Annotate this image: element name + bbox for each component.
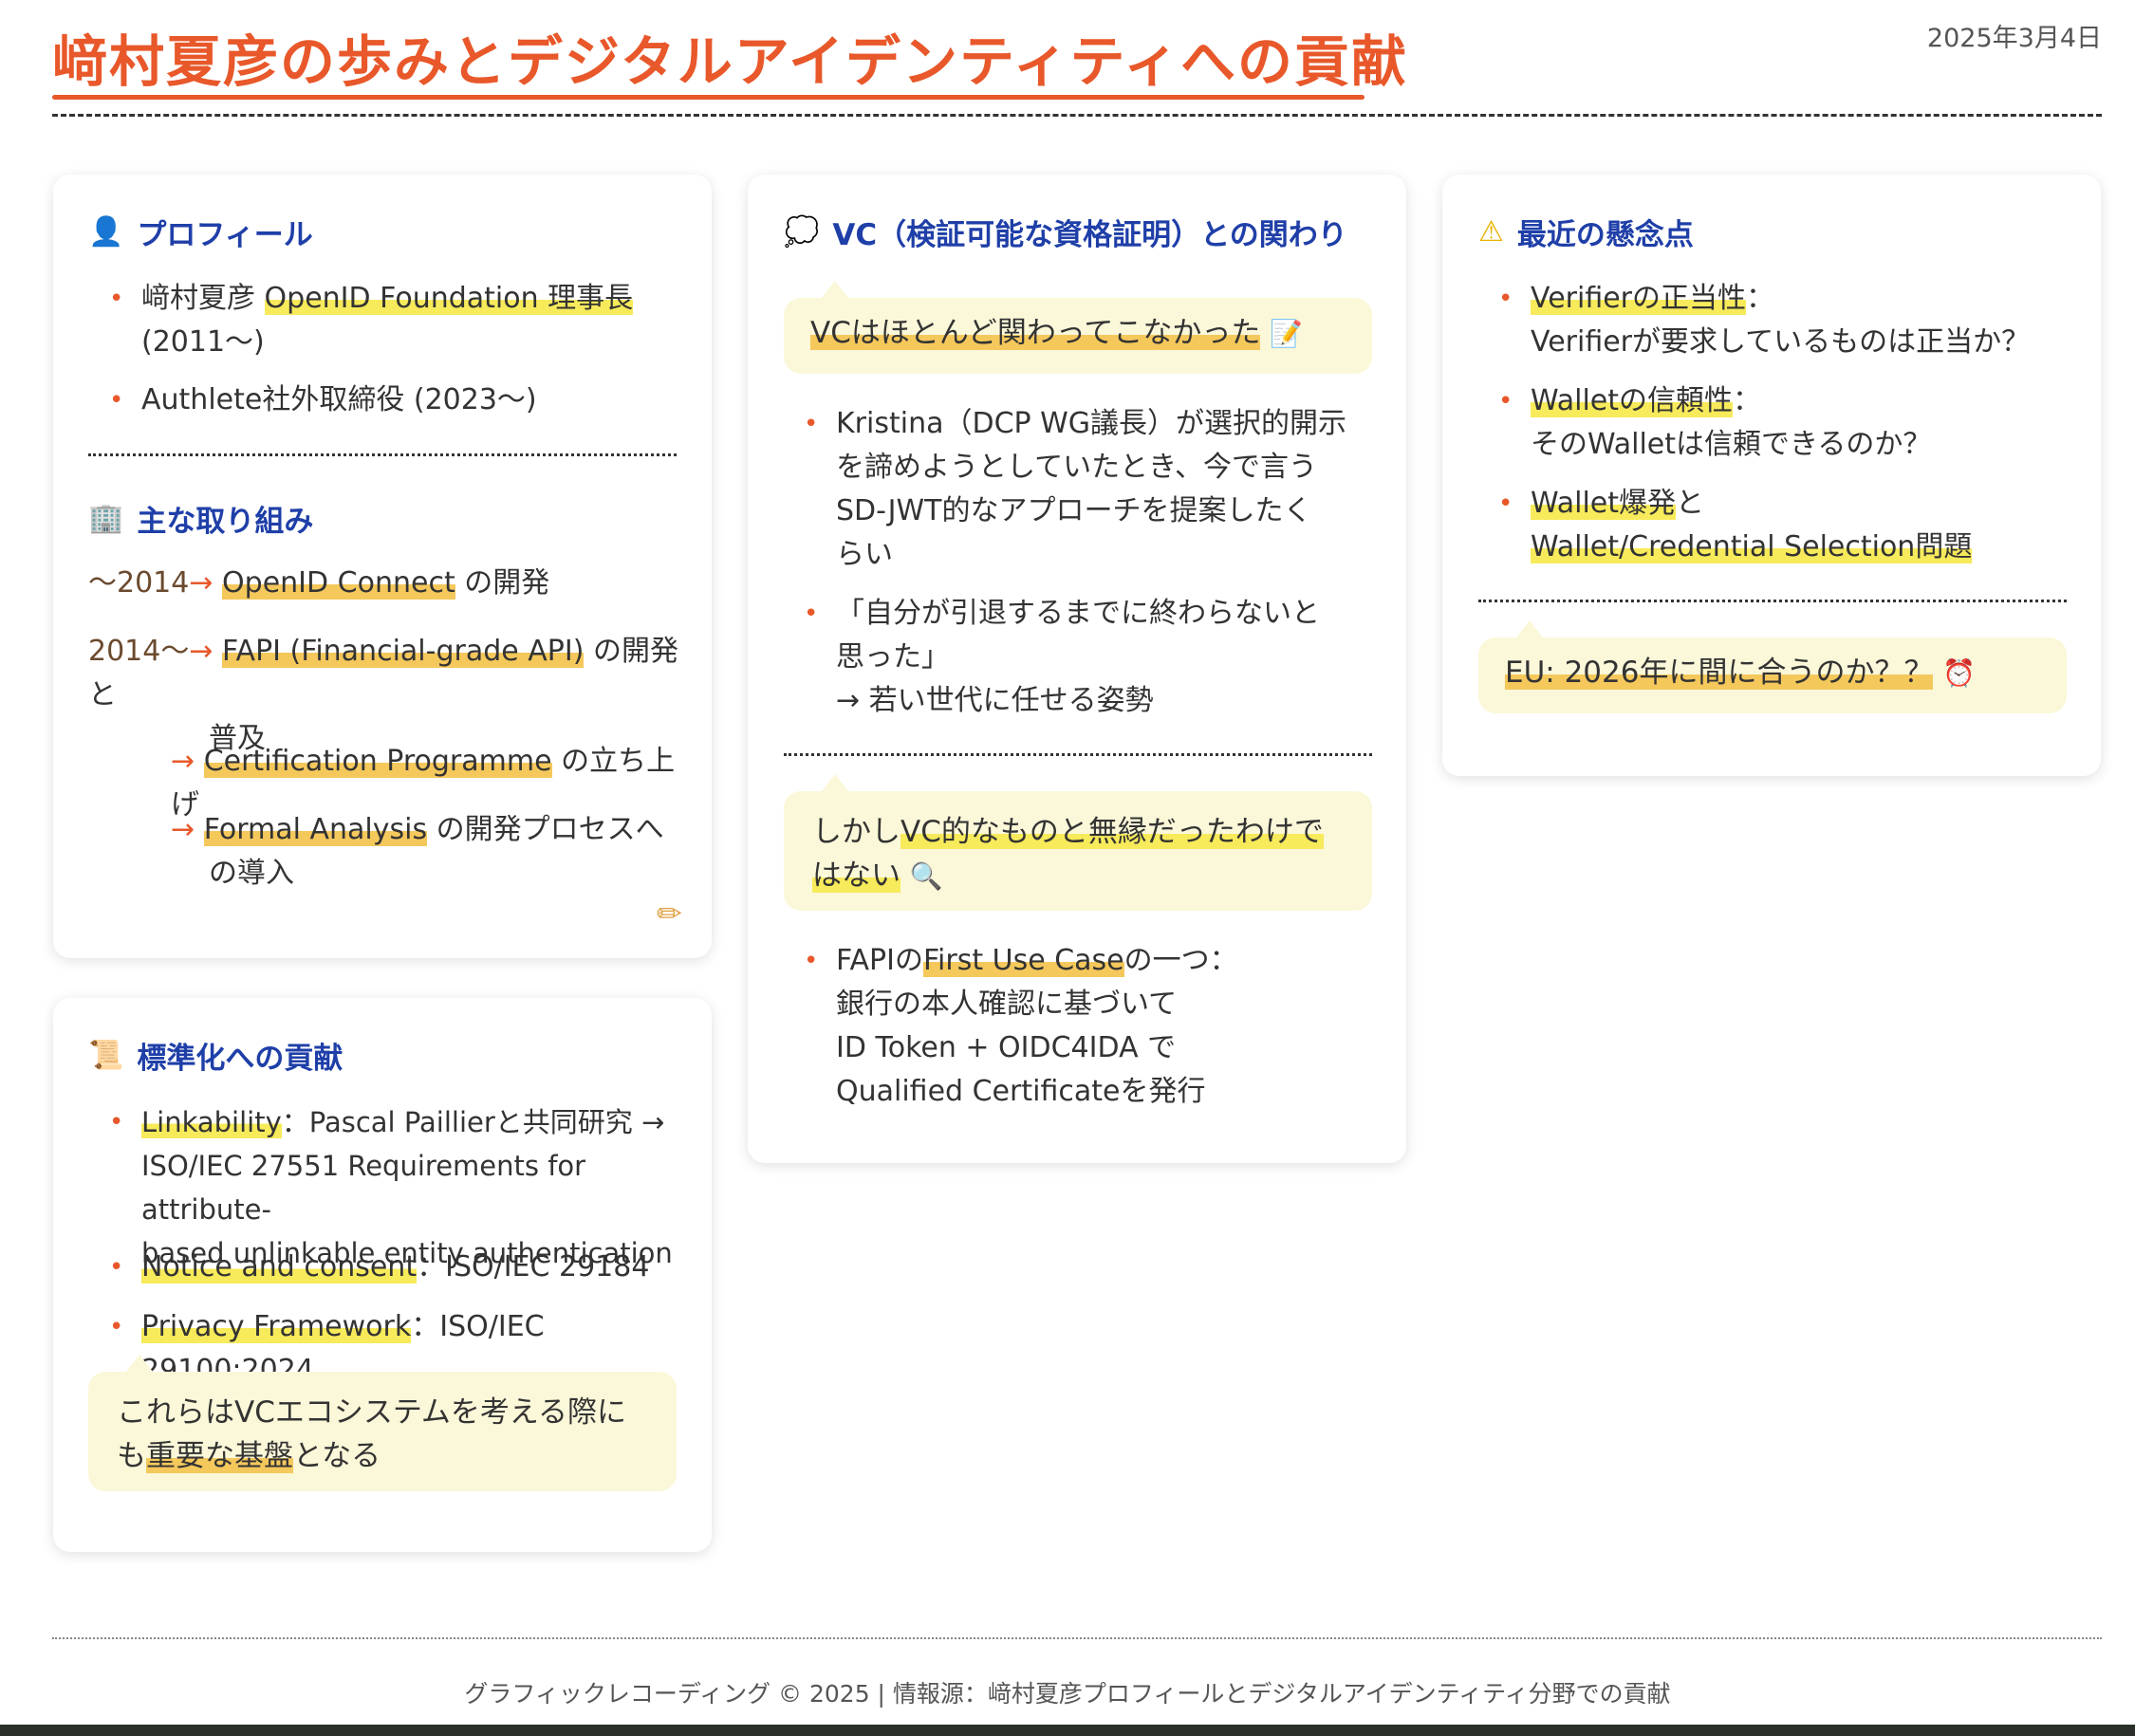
pencil-icon: ✏ xyxy=(657,896,682,932)
profile-item-chair-pre: 﨑村夏彦 xyxy=(141,282,265,315)
concerns-note-eu-2026: EU: 2026年に間に合うのか？？ ⏰ xyxy=(1478,620,2067,713)
footer-divider xyxy=(52,1637,2102,1639)
concern-item-wallet-trust: Walletの信頼性： そのWalletは信頼できるのか？ xyxy=(1498,379,2090,467)
concern-item-2-post: ： xyxy=(1733,384,1762,417)
effort-row-4-highlight: Formal Analysis xyxy=(203,813,428,846)
effort-row-3-arrow: → xyxy=(171,745,195,778)
concern-item-3-line2: Wallet/Credential Selection問題 xyxy=(1531,530,1973,563)
thought-bubble-icon: 💭 xyxy=(784,215,820,249)
scroll-icon: 📜 xyxy=(88,1039,124,1072)
concerns-heading-label: 最近の懸念点 xyxy=(1516,218,1694,252)
vc-bullet-1-line1: Kristina（DCP WG議長）が選択的開示 xyxy=(836,407,1347,440)
standard-item-notice-consent: Notice and consent：ISO/IEC 29184 xyxy=(109,1246,692,1289)
vc-fapi-line1: 銀行の本人確認に基づいて xyxy=(836,988,1178,1021)
standards-heading: 📜 標準化への貢献 xyxy=(88,1034,343,1077)
concern-item-wallet-explosion: Wallet爆発と Wallet/Credential Selection問題 xyxy=(1498,482,2090,569)
vc-note-not-involved: VCはほとんど関わってこなかった 📝 xyxy=(784,281,1372,374)
vc-divider xyxy=(784,753,1372,756)
standards-note: これらはVCエコシステムを考える際に も重要な基盤となる xyxy=(88,1355,677,1491)
vc-fapi-line3: Qualified Certificateを発行 xyxy=(836,1075,1206,1108)
effort-row-formal-analysis: → Formal Analysis の開発プロセスへ の導入 xyxy=(171,808,702,896)
page: 﨑村夏彦の歩みとデジタルアイデンティティへの貢献 2025年3月4日 👤 プロフ… xyxy=(0,0,2135,1736)
concerns-heading: ⚠ 最近の懸念点 xyxy=(1478,211,1694,253)
title-underline xyxy=(52,95,1365,100)
vc-fapi-highlight: First Use Case xyxy=(922,944,1124,977)
vc-bullet-1-line4: らい xyxy=(836,538,893,571)
effort-row-1-highlight: OpenID Connect xyxy=(222,566,455,600)
effort-row-2-prefix: 2014〜 xyxy=(88,635,190,668)
vc-note-2-highlight-1: VC的なものと無縁だったわけで xyxy=(900,815,1324,849)
vc-heading: 💭 VC（検証可能な資格証明）との関わり xyxy=(784,211,1347,253)
vc-bullet-retire: 「自分が引退するまでに終わらないと 思った」 → 若い世代に任せる姿勢 xyxy=(804,592,1386,723)
effort-row-2-highlight: FAPI (Financial-grade API) xyxy=(222,635,585,668)
concern-item-2-highlight: Walletの信頼性 xyxy=(1531,384,1734,417)
effort-row-1-arrow: → xyxy=(189,566,214,600)
office-building-icon: 🏢 xyxy=(88,502,124,535)
concern-item-1-line2: Verifierが要求しているものは正当か？ xyxy=(1531,325,2031,359)
standards-note-line2-pre: も xyxy=(117,1439,146,1473)
person-silhouette-icon: 👤 xyxy=(88,215,124,249)
footer-credit: グラフィックレコーディング © 2025 | 情報源：﨑村夏彦プロフィールとデジ… xyxy=(464,1680,1671,1708)
vc-bullet-2-line1: 「自分が引退するまでに終わらないと xyxy=(836,597,1320,630)
effort-row-1-suffix: の開発 xyxy=(455,566,550,600)
efforts-heading-label: 主な取り組み xyxy=(137,505,314,539)
effort-row-4-suffix: の開発プロセスへ xyxy=(427,813,664,846)
concern-item-1-post: ： xyxy=(1746,282,1775,315)
profile-item-chair-years: (2011〜) xyxy=(141,325,265,359)
profile-heading: 👤 プロフィール xyxy=(88,211,313,253)
date-label: 2025年3月4日 xyxy=(1926,24,2102,53)
vc-fapi-pre: FAPIの xyxy=(836,944,923,977)
effort-row-1-prefix: 〜2014 xyxy=(88,566,190,600)
concerns-divider xyxy=(1478,600,2067,602)
vc-fapi-line2: ID Token + OIDC4IDA で xyxy=(836,1031,1177,1064)
vc-bullet-kristina: Kristina（DCP WG議長）が選択的開示 を諦めようとしていたとき、今で… xyxy=(804,402,1386,577)
profile-heading-label: プロフィール xyxy=(137,218,313,252)
effort-row-3-highlight: Certification Programme xyxy=(203,745,552,778)
effort-row-openid-connect: 〜2014→ OpenID Connect の開発 xyxy=(88,562,696,605)
vc-bullet-1-line2: を諦めようとしていたとき、今で言う xyxy=(836,451,1317,484)
standard-item-2-highlight: Notice and consent xyxy=(141,1250,418,1284)
alarm-clock-icon: ⏰ xyxy=(1942,657,1977,689)
standard-item-3-highlight: Privacy Framework xyxy=(141,1310,412,1343)
effort-row-2-arrow: → xyxy=(189,635,214,668)
concern-item-3-post: と xyxy=(1676,487,1705,520)
standards-note-line1: これらはVCエコシステムを考える際に xyxy=(117,1395,626,1430)
standard-item-1-line2: ISO/IEC 27551 Requirements for attribute… xyxy=(141,1150,586,1226)
vc-bullet-2-line3: → 若い世代に任せる姿勢 xyxy=(836,684,1154,717)
profile-item-chair: 﨑村夏彦 OpenID Foundation 理事長 (2011〜) xyxy=(109,277,711,364)
vc-note-1-highlight: VCはほとんど関わってこなかった xyxy=(810,316,1261,350)
concern-item-2-line2: そのWalletは信頼できるのか？ xyxy=(1531,428,1932,461)
vc-note-not-unrelated: しかしVC的なものと無縁だったわけで はない 🔍 xyxy=(784,774,1372,911)
profile-item-chair-highlight: OpenID Foundation 理事長 xyxy=(264,282,634,315)
standards-note-highlight: 重要な基盤 xyxy=(146,1439,293,1473)
vc-bullet-2-line2: 思った」 xyxy=(836,640,950,674)
profile-divider xyxy=(88,453,677,456)
effort-row-4-line2: の導入 xyxy=(209,857,294,890)
effort-row-4-arrow: → xyxy=(171,813,195,846)
efforts-heading: 🏢 主な取り組み xyxy=(88,497,313,540)
vc-note-2-highlight-2: はない xyxy=(812,859,900,893)
standards-note-line2-post: となる xyxy=(293,1439,381,1473)
standard-item-1-highlight: Linkability xyxy=(141,1106,282,1138)
standards-heading-label: 標準化への貢献 xyxy=(137,1042,343,1076)
profile-item-authlete: Authlete社外取締役 (2023〜) xyxy=(109,379,711,422)
vc-fapi-post: の一つ： xyxy=(1123,944,1238,977)
standard-item-1-line1: ：Pascal Paillierと共同研究 → xyxy=(281,1106,665,1138)
concerns-note-highlight: EU: 2026年に間に合うのか？？ xyxy=(1505,656,1934,690)
warning-icon: ⚠ xyxy=(1478,215,1504,249)
concern-item-verifier: Verifierの正当性： Verifierが要求しているものは正当か？ xyxy=(1498,277,2090,364)
vc-heading-label: VC（検証可能な資格証明）との関わり xyxy=(832,218,1347,252)
concern-item-1-highlight: Verifierの正当性 xyxy=(1531,282,1747,315)
vc-bullet-fapi-use-case: FAPIのFirst Use Caseの一つ： 銀行の本人確認に基づいて ID … xyxy=(804,939,1386,1114)
concern-item-3-highlight: Wallet爆発 xyxy=(1531,487,1677,520)
header-divider xyxy=(52,114,2102,117)
memo-icon: 📝 xyxy=(1270,318,1304,349)
bottom-strip xyxy=(0,1725,2135,1736)
profile-item-authlete-text: Authlete社外取締役 (2023〜) xyxy=(141,383,537,416)
magnifier-icon: 🔍 xyxy=(909,860,943,892)
standard-item-2-rest: ：ISO/IEC 29184 xyxy=(417,1250,650,1284)
vc-note-2-pre: しかし xyxy=(812,815,900,849)
page-title: 﨑村夏彦の歩みとデジタルアイデンティティへの貢献 xyxy=(52,29,1408,94)
vc-bullet-1-line3: SD-JWT的なアプローチを提案したく xyxy=(836,494,1312,527)
